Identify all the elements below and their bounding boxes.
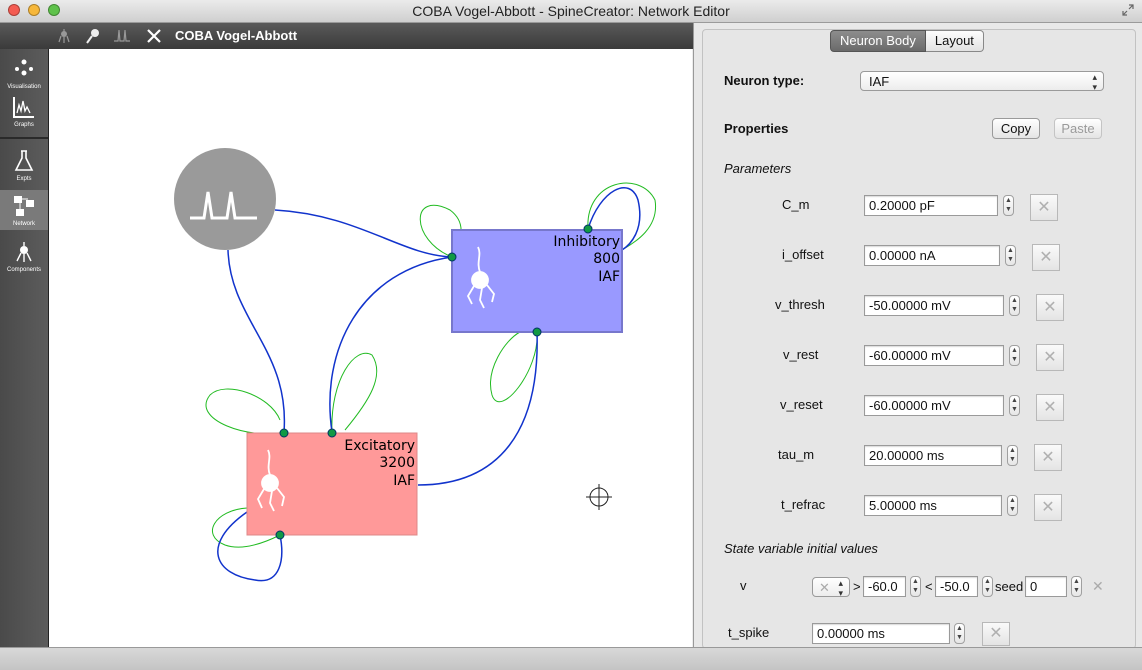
sidebar-item-expts[interactable]: Expts — [0, 145, 48, 185]
neuron-icon — [16, 242, 32, 262]
param-remove-t-refrac[interactable]: ✕ — [1034, 494, 1062, 521]
network-name: COBA Vogel-Abbott — [175, 28, 298, 43]
window-titlebar: COBA Vogel-Abbott - SpineCreator: Networ… — [0, 0, 1142, 23]
network-diagram: Inhibitory 800 IAF Excitatory 3200 IAF — [174, 148, 656, 582]
param-field-v-reset[interactable]: -60.00000 mV — [864, 395, 1004, 416]
editor-toolbar: COBA Vogel-Abbott — [0, 23, 693, 49]
excitatory-self-loop-2 — [331, 352, 378, 433]
tab-neuron-body[interactable]: Neuron Body — [830, 30, 926, 52]
excitatory-population[interactable]: Excitatory 3200 IAF — [246, 428, 418, 540]
seed-field[interactable]: 0 — [1025, 576, 1067, 597]
inhibitory-population[interactable]: Inhibitory 800 IAF — [447, 224, 623, 337]
param-label-c-m: C_m — [782, 197, 810, 212]
param-stepper-v-thresh[interactable]: ▲ ▼ — [1009, 295, 1020, 316]
neuron-type-select[interactable]: IAF ▴ ▾ — [860, 71, 1104, 92]
connection-input-to-excitatory — [227, 249, 286, 433]
sidebar-item-components[interactable]: Components — [0, 236, 48, 276]
connection-excitatory-to-inhibitory — [329, 256, 453, 433]
network-canvas[interactable]: Inhibitory 800 IAF Excitatory 3200 IAF — [49, 49, 692, 647]
gt-symbol: > — [853, 579, 861, 594]
param-label-v-rest: v_rest — [783, 347, 819, 362]
inhibitory-self-loop-3 — [490, 331, 538, 403]
param-label-v-thresh: v_thresh — [775, 297, 825, 312]
status-bar — [0, 647, 1142, 670]
parameters-heading: Parameters — [724, 161, 792, 176]
neuron-type-label: Neuron type: — [724, 73, 805, 88]
window-title: COBA Vogel-Abbott - SpineCreator: Networ… — [412, 3, 730, 19]
excitatory-name: Excitatory — [344, 438, 415, 454]
mode-sidebar: Visualisation Graphs Expts Network Compo… — [0, 49, 49, 647]
inhibitory-type: IAF — [598, 269, 620, 285]
param-label-v-reset: v_reset — [780, 397, 823, 412]
param-field-v-rest[interactable]: -60.00000 mV — [864, 345, 1004, 366]
delete-icon[interactable] — [145, 27, 163, 45]
sidebar-item-network[interactable]: Network — [0, 190, 48, 230]
sidebar-item-graphs[interactable]: Graphs — [0, 91, 48, 131]
seed-label: seed — [995, 579, 1024, 594]
param-field-tau-m[interactable]: 20.00000 ms — [864, 445, 1002, 466]
param-remove-v-rest[interactable]: ✕ — [1036, 344, 1064, 371]
param-remove-c-m[interactable]: ✕ — [1030, 194, 1058, 221]
state-t-spike-remove[interactable]: ✕ — [982, 622, 1010, 646]
param-field-c-m[interactable]: 0.20000 pF — [864, 195, 998, 216]
flask-icon — [14, 150, 34, 171]
excitatory-self-loop — [205, 388, 285, 435]
connection-inhibitory-to-excitatory — [417, 331, 538, 486]
distribution-select[interactable]: ✕ ▴ ▾ — [812, 577, 850, 598]
excitatory-type: IAF — [393, 473, 415, 489]
param-field-i-offset[interactable]: 0.00000 nA — [864, 245, 1000, 266]
state-v-min-field[interactable]: -60.0 — [863, 576, 906, 597]
properties-heading: Properties — [724, 121, 789, 136]
visualisation-icon — [15, 59, 33, 76]
sidebar-divider — [0, 137, 48, 139]
lt-symbol: < — [925, 579, 933, 594]
state-t-spike-stepper[interactable]: ▲ ▼ — [954, 623, 965, 644]
updown-arrows-icon: ▴ ▾ — [838, 578, 843, 598]
state-vars-heading: State variable initial values — [724, 541, 878, 556]
add-spike-source-icon[interactable] — [113, 27, 131, 45]
param-remove-tau-m[interactable]: ✕ — [1034, 444, 1062, 471]
inhibitory-name: Inhibitory — [553, 234, 620, 250]
inhibitory-size: 800 — [593, 251, 620, 267]
param-label-i-offset: i_offset — [782, 247, 824, 262]
state-t-spike-field[interactable]: 0.00000 ms — [812, 623, 950, 644]
param-stepper-i-offset[interactable]: ▲ ▼ — [1005, 245, 1016, 266]
param-stepper-t-refrac[interactable]: ▲ ▼ — [1007, 495, 1018, 516]
state-label-v: v — [740, 578, 747, 593]
param-stepper-tau-m[interactable]: ▲ ▼ — [1007, 445, 1018, 466]
param-label-tau-m: tau_m — [778, 447, 815, 462]
state-v-remove-icon[interactable]: ✕ — [1092, 578, 1104, 595]
param-remove-v-thresh[interactable]: ✕ — [1036, 294, 1064, 321]
copy-button[interactable]: Copy — [992, 118, 1040, 139]
param-field-v-thresh[interactable]: -50.00000 mV — [864, 295, 1004, 316]
network-icon — [14, 196, 34, 216]
param-field-t-refrac[interactable]: 5.00000 ms — [864, 495, 1002, 516]
param-stepper-c-m[interactable]: ▲ ▼ — [1003, 195, 1014, 216]
connection-input-to-inhibitory — [274, 209, 453, 258]
excitatory-size: 3200 — [379, 455, 415, 471]
state-label-t-spike: t_spike — [728, 625, 770, 640]
sidebar-item-visualisation[interactable]: Visualisation — [0, 53, 48, 93]
add-input-icon[interactable] — [84, 27, 102, 45]
graphs-icon — [13, 97, 34, 118]
param-remove-i-offset[interactable]: ✕ — [1032, 244, 1060, 271]
param-stepper-v-rest[interactable]: ▲ ▼ — [1009, 345, 1020, 366]
param-remove-v-reset[interactable]: ✕ — [1036, 394, 1064, 421]
spike-source-node[interactable] — [174, 148, 276, 250]
fullscreen-icon[interactable] — [1122, 4, 1134, 16]
param-label-t-refrac: t_refrac — [781, 497, 826, 512]
add-population-icon[interactable] — [55, 27, 73, 45]
updown-arrows-icon: ▴ ▾ — [1092, 72, 1097, 92]
paste-button[interactable]: Paste — [1054, 118, 1102, 139]
seed-stepper[interactable]: ▲ ▼ — [1071, 576, 1082, 597]
state-v-max-field[interactable]: -50.0 — [935, 576, 978, 597]
crosshair-icon — [586, 484, 612, 510]
state-v-max-stepper[interactable]: ▲ ▼ — [982, 576, 993, 597]
tab-layout[interactable]: Layout — [925, 30, 984, 52]
panel-tabs: Neuron Body Layout — [830, 30, 984, 52]
state-v-min-stepper[interactable]: ▲ ▼ — [910, 576, 921, 597]
param-stepper-v-reset[interactable]: ▲ ▼ — [1009, 395, 1020, 416]
